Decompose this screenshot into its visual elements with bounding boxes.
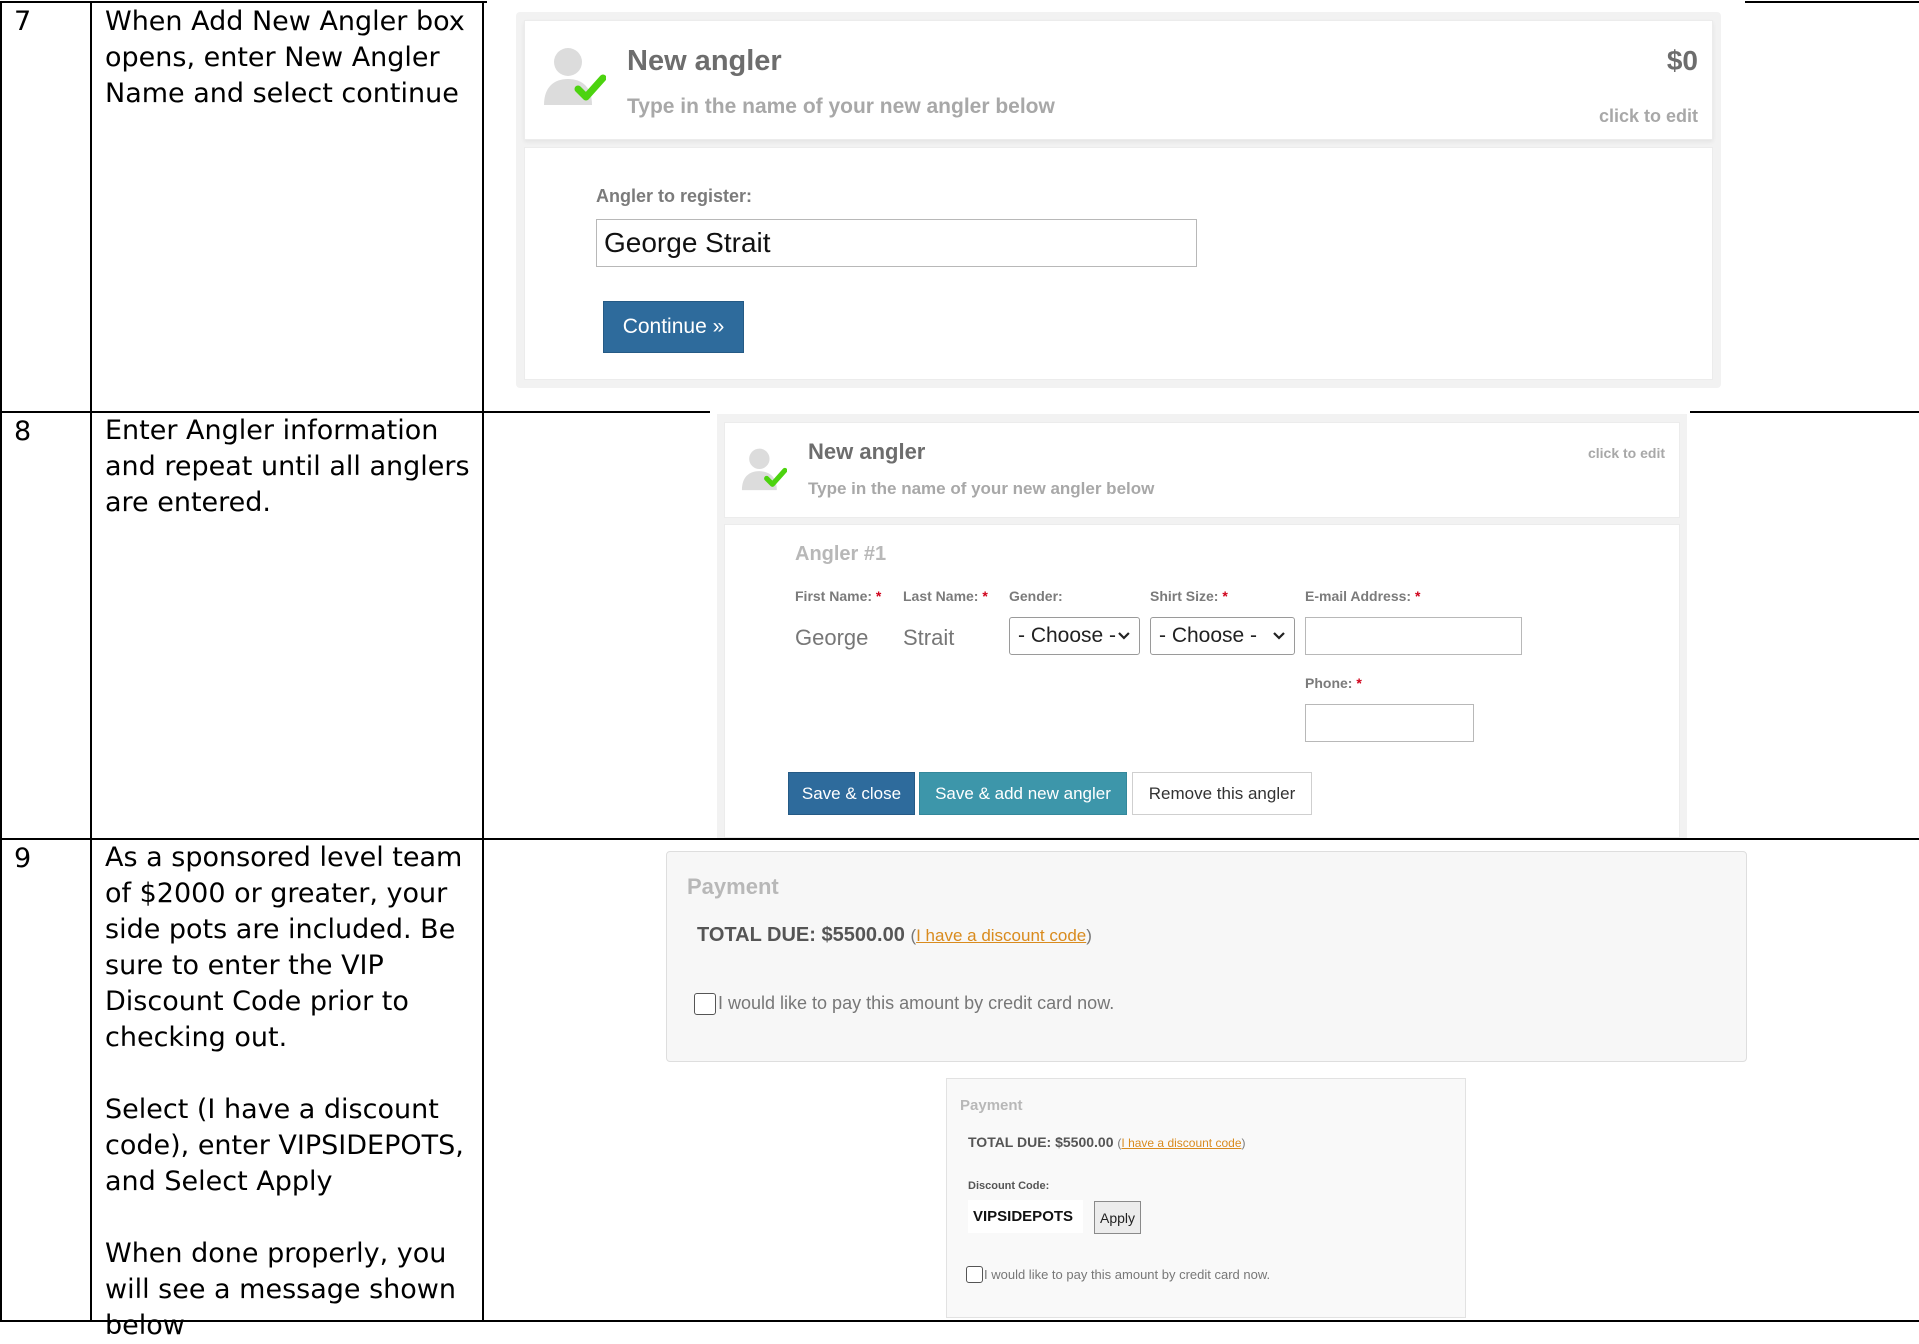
- paren-close: ): [1241, 1136, 1246, 1150]
- click-to-edit[interactable]: click to edit: [1588, 445, 1665, 461]
- paren-close: ): [1086, 926, 1092, 945]
- panel-subtitle: Type in the name of your new angler belo…: [627, 95, 1055, 118]
- click-to-edit[interactable]: click to edit: [1599, 106, 1698, 127]
- column-divider-1: [90, 1, 92, 1322]
- first-name-label: First Name: *: [795, 588, 881, 604]
- user-silhouette-icon: [544, 48, 607, 105]
- panel-body: Angler #1 First Name: * Last Name: * Gen…: [724, 524, 1680, 838]
- new-angler-panel: New angler Type in the name of your new …: [516, 12, 1721, 388]
- column-divider-2: [482, 1, 484, 1322]
- row-divider-7-8-right: [1690, 411, 1919, 413]
- field-label: Angler to register:: [596, 186, 753, 206]
- payment-title: Payment: [960, 1097, 1023, 1114]
- save-add-angler-button[interactable]: Save & add new angler: [919, 772, 1127, 815]
- phone-input[interactable]: [1305, 704, 1474, 742]
- label-text: Last Name:: [903, 588, 979, 604]
- table-border-left: [0, 1, 2, 1322]
- pay-now-checkbox[interactable]: [966, 1266, 983, 1283]
- angler-section-title: Angler #1: [795, 543, 887, 565]
- instruction-text: Select (I have a discount code), enter V…: [105, 1094, 464, 1197]
- chevron-down-icon: [1273, 632, 1285, 640]
- label-text: First Name:: [795, 588, 873, 604]
- select-value: - Choose -: [1159, 624, 1258, 647]
- panel-subtitle: Type in the name of your new angler belo…: [808, 479, 1155, 498]
- avatar: [540, 43, 607, 109]
- input-value: George Strait: [604, 227, 771, 258]
- angler-form-panel: New angler Type in the name of your new …: [717, 414, 1687, 838]
- instruction-text: As a sponsored level team of $2000 or gr…: [105, 842, 463, 1053]
- discount-code-link[interactable]: I have a discount code: [916, 926, 1086, 945]
- last-name-label: Last Name: *: [903, 588, 988, 604]
- pay-now-checkbox[interactable]: [694, 993, 716, 1015]
- chevron-down-icon: [1118, 632, 1130, 640]
- checkbox-label: I would like to pay this amount by credi…: [718, 993, 1115, 1013]
- save-close-button[interactable]: Save & close: [788, 772, 915, 815]
- checkbox-label: I would like to pay this amount by credi…: [984, 1267, 1271, 1282]
- panel-header[interactable]: New angler Type in the name of your new …: [524, 20, 1713, 140]
- first-name-value[interactable]: George: [795, 625, 868, 651]
- total-due-line: TOTAL DUE: $5500.00 (I have a discount c…: [968, 1134, 1246, 1150]
- panel-title: New angler: [627, 45, 782, 77]
- required-mark: *: [1414, 588, 1421, 604]
- select-value: - Choose -: [1018, 624, 1117, 647]
- discount-code-label: Discount Code:: [968, 1180, 1050, 1192]
- table-border-top: [0, 1, 487, 3]
- discount-code-input[interactable]: VIPSIDEPOTS: [968, 1200, 1083, 1233]
- panel-header[interactable]: New angler Type in the name of your new …: [724, 422, 1680, 518]
- apply-button[interactable]: Apply: [1094, 1201, 1141, 1234]
- panel-title: New angler: [808, 439, 926, 464]
- table-border-top-right: [1745, 1, 1919, 3]
- step-instruction: As a sponsored level team of $2000 or gr…: [105, 840, 475, 1344]
- panel-body: Angler to register: George Strait Contin…: [524, 147, 1713, 380]
- user-silhouette-icon: [741, 448, 788, 491]
- required-mark: *: [875, 588, 882, 604]
- instruction-text: When done properly, you will see a messa…: [105, 1238, 456, 1341]
- gender-label: Gender:: [1009, 588, 1063, 604]
- label-text: E-mail Address:: [1305, 588, 1412, 604]
- input-value: VIPSIDEPOTS: [973, 1208, 1074, 1225]
- phone-label: Phone: *: [1305, 675, 1362, 691]
- step-instruction: When Add New Angler box opens, enter New…: [105, 4, 475, 112]
- avatar: [739, 445, 788, 493]
- payment-title: Payment: [687, 874, 779, 899]
- total-due: TOTAL DUE: $5500.00: [968, 1134, 1114, 1150]
- instruction-text: Enter Angler information and repeat unti…: [105, 415, 470, 518]
- remove-angler-button[interactable]: Remove this angler: [1132, 772, 1312, 815]
- price: $0: [1666, 45, 1698, 76]
- required-mark: *: [1356, 675, 1362, 691]
- shirt-size-label: Shirt Size: *: [1150, 588, 1228, 604]
- shirt-size-select[interactable]: - Choose -: [1150, 617, 1295, 655]
- last-name-value[interactable]: Strait: [903, 625, 954, 651]
- required-mark: *: [982, 588, 988, 604]
- instruction-text: When Add New Angler box opens, enter New…: [105, 6, 465, 109]
- email-label: E-mail Address: *: [1305, 588, 1420, 604]
- discount-code-link[interactable]: I have a discount code: [1121, 1136, 1241, 1150]
- step-instruction: Enter Angler information and repeat unti…: [105, 413, 475, 521]
- payment-panel-with-code: Payment TOTAL DUE: $5500.00 (I have a di…: [946, 1078, 1466, 1318]
- step-number: 9: [14, 843, 32, 874]
- continue-button[interactable]: Continue »: [603, 301, 744, 353]
- email-input[interactable]: [1305, 617, 1522, 655]
- gender-select[interactable]: - Choose -: [1009, 617, 1140, 655]
- total-due: TOTAL DUE: $5500.00: [697, 924, 905, 946]
- label-text: Shirt Size:: [1150, 588, 1219, 604]
- total-due-line: TOTAL DUE: $5500.00 (I have a discount c…: [697, 924, 1092, 947]
- step-number: 7: [14, 6, 32, 37]
- required-mark: *: [1222, 588, 1228, 604]
- label-text: Phone:: [1305, 675, 1353, 691]
- angler-name-input[interactable]: George Strait: [596, 219, 1197, 267]
- payment-panel: Payment TOTAL DUE: $5500.00 (I have a di…: [666, 851, 1747, 1062]
- step-number: 8: [14, 416, 32, 447]
